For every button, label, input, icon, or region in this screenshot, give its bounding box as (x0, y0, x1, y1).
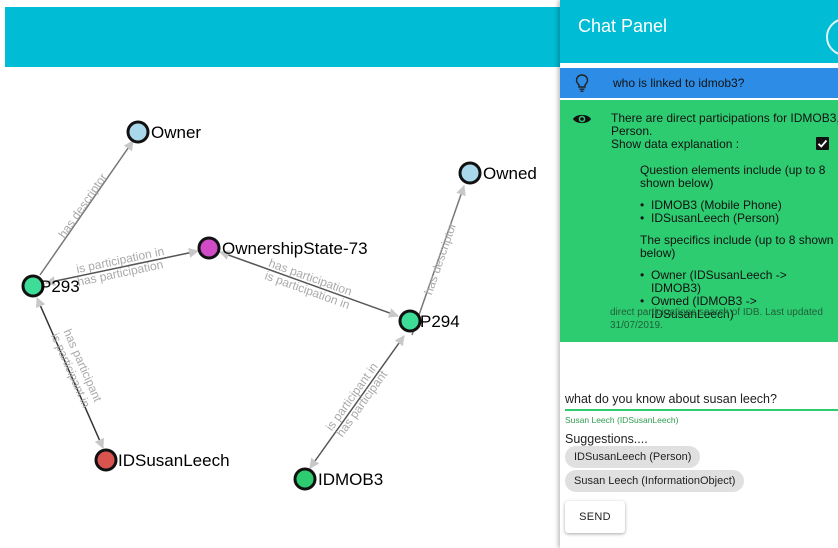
list-item: Owner (IDSusanLeech -> IDMOB3) (640, 269, 835, 295)
node-owned[interactable]: Owned (458, 161, 537, 185)
node-owned-label: Owned (483, 164, 537, 183)
lightbulb-icon (575, 74, 589, 92)
send-button[interactable]: SEND (565, 501, 625, 533)
chat-input[interactable]: what do you know about susan leech? (565, 392, 838, 410)
chat-header: Chat Panel (560, 0, 838, 63)
check-icon (817, 139, 828, 148)
specifics-heading: The specifics include (up to 8 shown bel… (640, 233, 834, 260)
node-ownership-state-label: OwnershipState-73 (222, 239, 368, 258)
node-idmob3[interactable]: IDMOB3 (293, 467, 383, 491)
list-item: IDSusanLeech (Person) (640, 212, 835, 226)
suggestion-chip[interactable]: IDSusanLeech (Person) (565, 446, 701, 468)
answer-intro: There are direct participations for IDMO… (611, 111, 838, 138)
suggestions-label: Suggestions.... (565, 432, 648, 446)
node-p294[interactable]: P294 (398, 309, 460, 333)
node-owner-label: Owner (151, 123, 201, 142)
node-idsusanleech-label: IDSusanLeech (118, 451, 230, 470)
chat-panel: Chat Panel who is linked to idmob3? Ther… (560, 0, 838, 548)
edge-ownership-state-p294: has participation is participation in (219, 250, 399, 318)
node-p293[interactable]: P293 (21, 274, 80, 298)
chat-input-hint: Susan Leech (IDSusanLeech) (565, 415, 679, 425)
edge-label-has-descriptor-2: has descriptor (421, 221, 459, 297)
node-idsusanleech[interactable]: IDSusanLeech (94, 448, 230, 472)
answer-footnote: direct participations search of IDB. Las… (610, 307, 823, 331)
node-p294-label: P294 (420, 312, 460, 331)
eye-icon (573, 114, 591, 124)
edge-idmob3-p294: is participant in has participant (309, 335, 405, 469)
chat-title: Chat Panel (578, 16, 668, 36)
show-explanation-checkbox[interactable] (816, 137, 829, 150)
chat-question: who is linked to idmob3? (560, 68, 838, 98)
elements-list: IDMOB3 (Mobile Phone) IDSusanLeech (Pers… (640, 199, 835, 226)
chat-answer: There are direct participations for IDMO… (560, 100, 838, 342)
node-p293-label: P293 (40, 277, 80, 296)
show-explanation-label: Show data explanation : (611, 137, 740, 151)
question-text: who is linked to idmob3? (613, 76, 745, 90)
node-ownership-state[interactable]: OwnershipState-73 (197, 236, 368, 260)
suggestion-chip[interactable]: Susan Leech (InformationObject) (565, 470, 745, 492)
chat-input-underline (565, 409, 838, 411)
node-owner[interactable]: Owner (126, 120, 201, 144)
edge-label-has-descriptor: has descriptor (55, 171, 110, 241)
elements-heading: Question elements include (up to 8 shown… (640, 163, 826, 190)
chat-header-action-button[interactable] (826, 18, 838, 56)
edge-p293-idsusanleech: has participant is participant in (36, 297, 105, 449)
node-idmob3-label: IDMOB3 (318, 470, 383, 489)
network-graph[interactable]: has descriptor is participation in has p… (0, 0, 560, 548)
